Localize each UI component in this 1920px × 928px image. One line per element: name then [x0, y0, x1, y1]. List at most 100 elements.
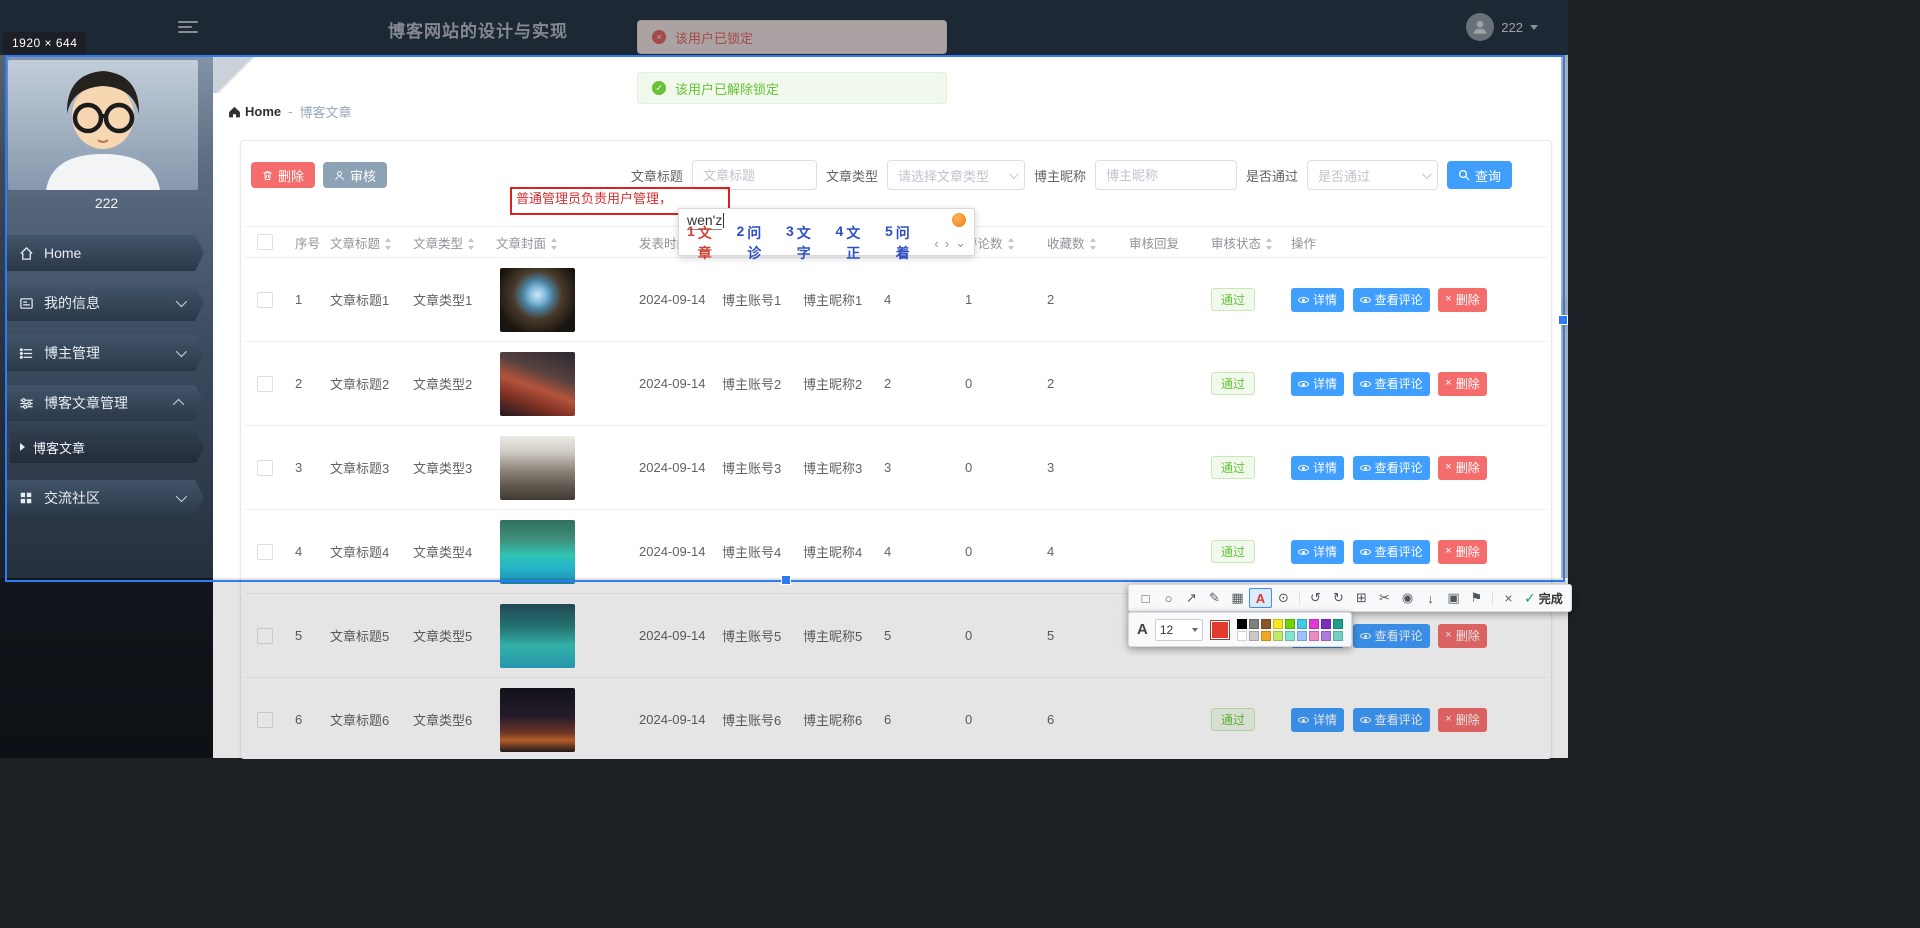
rect-tool-icon[interactable]: □	[1134, 588, 1157, 608]
arrow-tool-icon[interactable]: ↗	[1180, 588, 1203, 608]
article-type-select[interactable]: 请选择文章类型	[887, 160, 1025, 190]
view-comments-button[interactable]: 查看评论	[1353, 456, 1430, 480]
ime-candidate[interactable]: 2问诊	[736, 223, 772, 263]
ime-candidate[interactable]: 4文正	[835, 223, 871, 263]
ime-logo-icon[interactable]	[952, 213, 966, 227]
sort-icon[interactable]	[1265, 238, 1274, 250]
flag-tool-icon[interactable]: ⚑	[1465, 588, 1488, 608]
sort-icon[interactable]	[550, 238, 559, 250]
sort-icon[interactable]	[384, 238, 393, 250]
capture-dim-overlay	[0, 0, 1568, 55]
select-all-checkbox[interactable]	[257, 234, 273, 250]
font-size-select[interactable]: 12	[1155, 619, 1203, 641]
color-swatch[interactable]	[1273, 631, 1283, 641]
selected-color-swatch[interactable]	[1210, 620, 1230, 640]
color-swatch[interactable]	[1249, 631, 1259, 641]
remove-button[interactable]: ×删除	[1438, 540, 1486, 564]
article-title-input[interactable]	[692, 160, 817, 190]
sidebar-item-community[interactable]: 交流社区	[6, 480, 204, 516]
remove-button[interactable]: ×删除	[1438, 372, 1486, 396]
color-swatch[interactable]	[1321, 631, 1331, 641]
close-icon[interactable]: ×	[1497, 588, 1520, 608]
color-swatch[interactable]	[1261, 631, 1271, 641]
chevron-down-icon	[176, 346, 187, 357]
color-swatch[interactable]	[1309, 631, 1319, 641]
sidebar-item-article-management[interactable]: 博客文章管理	[6, 385, 204, 421]
eye-icon	[1360, 378, 1371, 389]
close-icon: ×	[1445, 378, 1451, 389]
article-cover-image	[500, 520, 575, 584]
color-swatch[interactable]	[1237, 619, 1247, 629]
row-checkbox[interactable]	[257, 376, 273, 392]
sidebar-item-blog-articles[interactable]: 博客文章	[10, 431, 204, 463]
remove-button[interactable]: ×删除	[1438, 288, 1486, 312]
color-swatch[interactable]	[1333, 631, 1343, 641]
breadcrumb-home[interactable]: Home	[228, 104, 281, 119]
sort-icon[interactable]	[467, 238, 476, 250]
blogger-nickname-input[interactable]	[1095, 160, 1237, 190]
copy-tool-icon[interactable]: ⊞	[1350, 588, 1373, 608]
color-swatch[interactable]	[1333, 619, 1343, 629]
blogger-nickname-label: 博主昵称	[1034, 166, 1086, 185]
row-checkbox[interactable]	[257, 292, 273, 308]
audit-button[interactable]: 审核	[323, 162, 387, 188]
color-swatch[interactable]	[1285, 631, 1295, 641]
color-swatch[interactable]	[1321, 619, 1331, 629]
redo-tool-icon[interactable]: ↻	[1327, 588, 1350, 608]
ime-more[interactable]: ⌄	[955, 235, 966, 251]
sort-icon[interactable]	[1007, 238, 1016, 250]
text-tool-icon[interactable]: A	[1249, 588, 1272, 608]
done-button[interactable]: ✓ 完成	[1520, 590, 1567, 607]
detail-button[interactable]: 详情	[1291, 372, 1344, 396]
view-comments-button[interactable]: 查看评论	[1353, 288, 1430, 312]
view-comments-button[interactable]: 查看评论	[1353, 372, 1430, 396]
article-cover-image	[500, 436, 575, 500]
color-swatch[interactable]	[1297, 619, 1307, 629]
row-checkbox[interactable]	[257, 460, 273, 476]
detail-button[interactable]: 详情	[1291, 288, 1344, 312]
ime-candidate[interactable]: 3文字	[786, 223, 822, 263]
ime-prev-page[interactable]: ‹	[934, 236, 938, 251]
color-swatch[interactable]	[1273, 619, 1283, 629]
info-tool-icon[interactable]: ⊙	[1272, 588, 1295, 608]
download-tool-icon[interactable]: ↓	[1419, 588, 1442, 608]
pass-status-select[interactable]: 是否通过	[1307, 160, 1438, 190]
breadcrumb-separator: -	[288, 104, 292, 119]
sidebar-item-home[interactable]: Home	[6, 235, 204, 271]
detail-button[interactable]: 详情	[1291, 456, 1344, 480]
color-swatch[interactable]	[1249, 619, 1259, 629]
sidebar-item-blogger-management[interactable]: 博主管理	[6, 335, 204, 371]
row-checkbox[interactable]	[257, 544, 273, 560]
selection-handle[interactable]	[1558, 315, 1568, 325]
sidebar-item-my-info[interactable]: 我的信息	[6, 285, 204, 321]
view-comments-button[interactable]: 查看评论	[1353, 540, 1430, 564]
search-button[interactable]: 查询	[1447, 161, 1512, 189]
table-row: 2 文章标题2 文章类型2 2024-09-14 博主账号2 博主昵称2 2 0…	[245, 342, 1547, 426]
chevron-down-icon	[176, 491, 187, 502]
success-icon: ✓	[652, 81, 666, 95]
undo-tool-icon[interactable]: ↺	[1304, 588, 1327, 608]
home-icon	[228, 106, 241, 118]
save-tool-icon[interactable]: ▣	[1442, 588, 1465, 608]
ime-next-page[interactable]: ›	[945, 236, 949, 251]
eye-icon	[1298, 378, 1309, 389]
color-swatch[interactable]	[1309, 619, 1319, 629]
delete-button[interactable]: 删除	[251, 162, 315, 188]
status-badge: 通过	[1211, 372, 1255, 395]
selection-handle[interactable]	[781, 575, 791, 585]
color-swatch[interactable]	[1237, 631, 1247, 641]
color-swatch[interactable]	[1285, 619, 1295, 629]
sort-icon[interactable]	[1089, 238, 1098, 250]
ellipse-tool-icon[interactable]: ○	[1157, 588, 1180, 608]
ime-candidate[interactable]: 5问着	[885, 223, 921, 263]
capture-dim-overlay	[0, 578, 213, 758]
detail-button[interactable]: 详情	[1291, 540, 1344, 564]
ime-candidate[interactable]: 1文章	[687, 223, 723, 263]
remove-button[interactable]: ×删除	[1438, 456, 1486, 480]
color-swatch[interactable]	[1261, 619, 1271, 629]
mosaic-tool-icon[interactable]: ▦	[1226, 588, 1249, 608]
color-swatch[interactable]	[1297, 631, 1307, 641]
cut-tool-icon[interactable]: ✂	[1373, 588, 1396, 608]
record-tool-icon[interactable]: ◉	[1396, 588, 1419, 608]
pen-tool-icon[interactable]: ✎	[1203, 588, 1226, 608]
